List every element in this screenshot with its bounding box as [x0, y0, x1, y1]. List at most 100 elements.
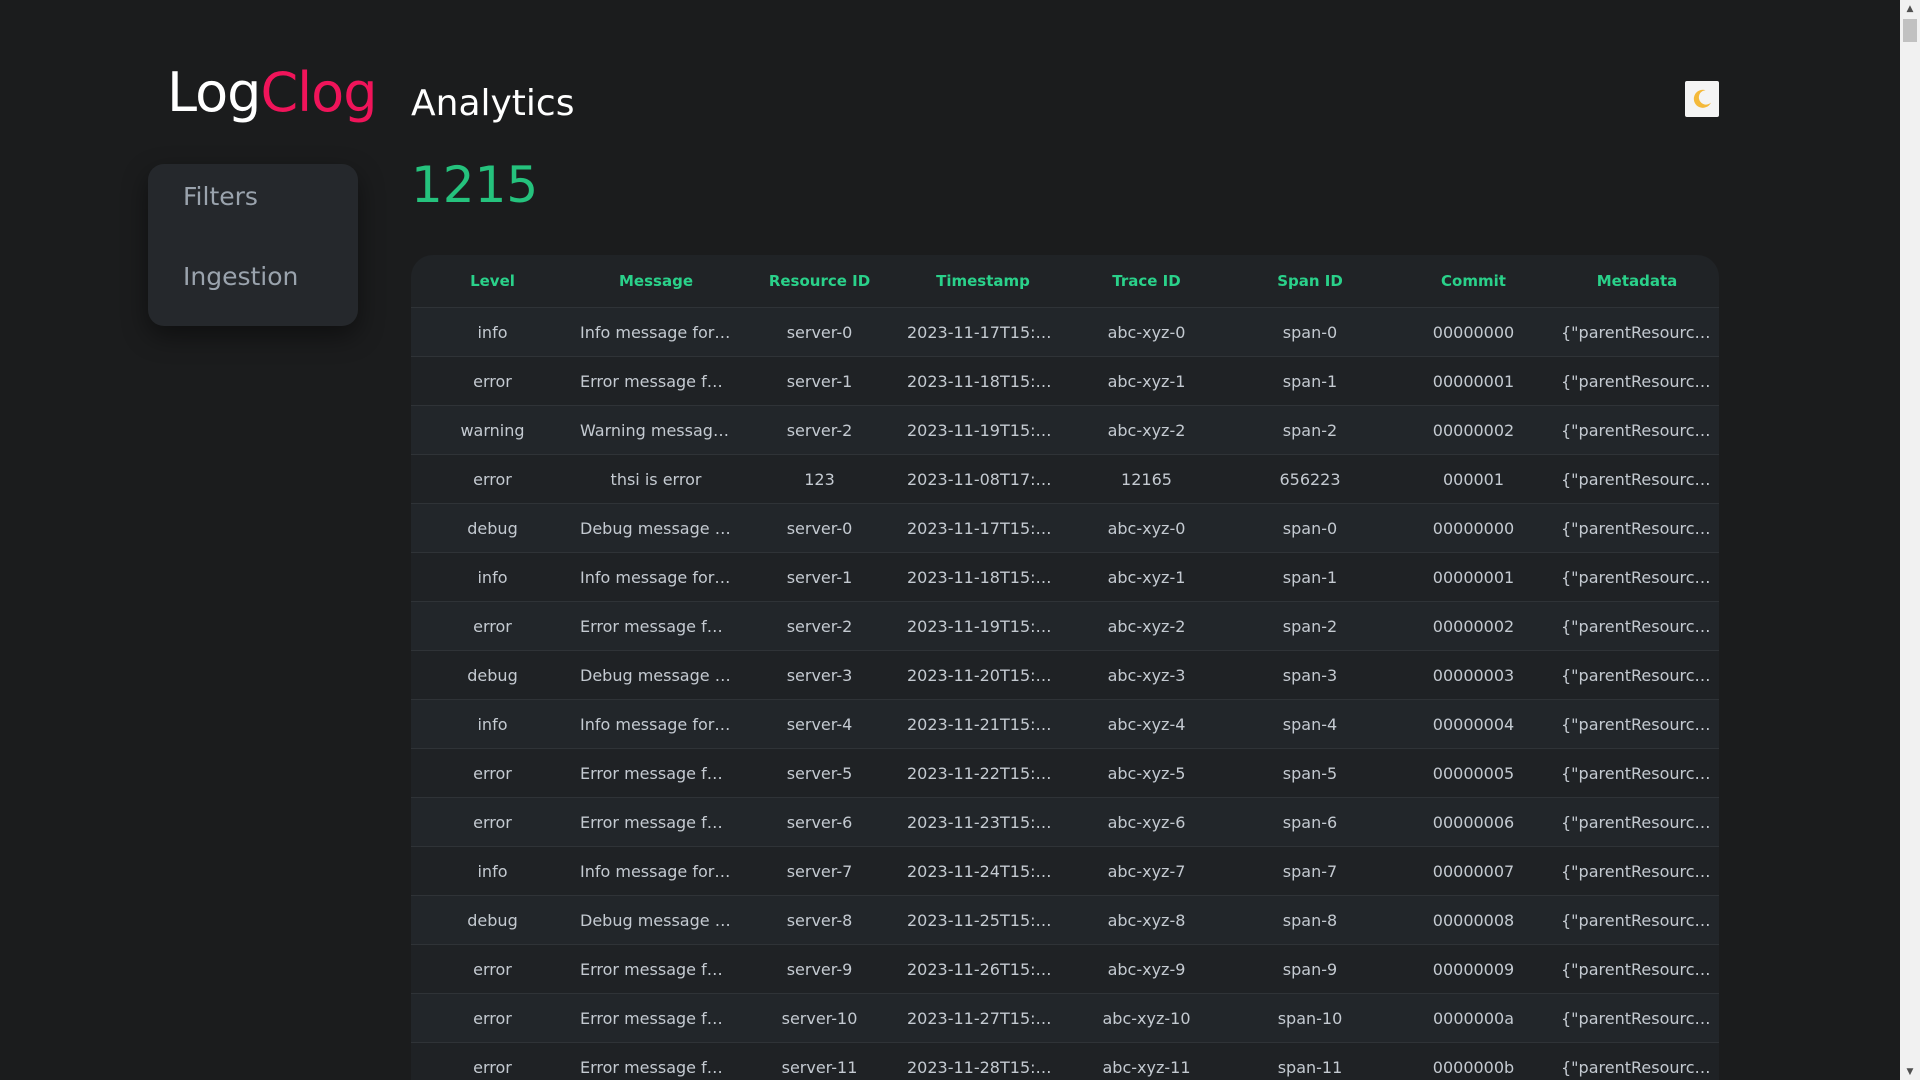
table-row[interactable]: error Error message for s... server-5 2023-… — [411, 748, 1719, 798]
cell-timestamp: 2023-11-24T15:29:48.... — [901, 846, 1065, 896]
cell-level: error — [411, 797, 574, 847]
table-row[interactable]: error Error message for s... server-2 2023-… — [411, 601, 1719, 651]
cell-commit: 00000008 — [1392, 895, 1555, 945]
table-row[interactable]: warning Warning message f... server-2 2023-… — [411, 405, 1719, 455]
cell-timestamp: 2023-11-18T15:59:09.1... — [901, 356, 1065, 406]
column-header-message[interactable]: Message — [574, 255, 738, 308]
column-header-resource-id[interactable]: Resource ID — [738, 255, 901, 308]
cell-resource-id: server-1 — [738, 552, 901, 602]
table-row[interactable]: info Info message for se... server-4 2023-1… — [411, 699, 1719, 749]
cell-timestamp: 2023-11-20T15:29:48.... — [901, 650, 1065, 700]
cell-commit: 00000000 — [1392, 503, 1555, 553]
theme-toggle-button[interactable] — [1685, 81, 1719, 117]
cell-metadata: {"parentResourceId"... — [1555, 993, 1719, 1043]
cell-commit: 0000000a — [1392, 993, 1555, 1043]
column-header-metadata[interactable]: Metadata — [1555, 255, 1719, 308]
cell-commit: 00000009 — [1392, 944, 1555, 994]
cell-timestamp: 2023-11-25T15:29:48.... — [901, 895, 1065, 945]
cell-metadata: {"parentResourceId"... — [1555, 1042, 1719, 1080]
sidebar-item-filters[interactable]: Filters — [183, 182, 258, 211]
logs-table: Level Message Resource ID Timestamp Trac… — [411, 255, 1719, 1080]
cell-span-id: span-4 — [1228, 699, 1392, 749]
table-body: info Info message for se... server-0 2023-1… — [411, 307, 1719, 1080]
cell-trace-id: abc-xyz-7 — [1065, 846, 1228, 896]
cell-message: Error message for s... — [574, 993, 738, 1043]
cell-metadata: {"parentResourceId"... — [1555, 797, 1719, 847]
column-header-commit[interactable]: Commit — [1392, 255, 1555, 308]
column-header-span-id[interactable]: Span ID — [1228, 255, 1392, 308]
brand-logo[interactable]: LogClog — [167, 66, 377, 120]
table-row[interactable]: error Error message for s... server-10 2023… — [411, 993, 1719, 1043]
cell-commit: 00000001 — [1392, 552, 1555, 602]
cell-resource-id: server-0 — [738, 307, 901, 357]
moon-icon — [1693, 89, 1711, 108]
cell-trace-id: abc-xyz-3 — [1065, 650, 1228, 700]
table-row[interactable]: errorthsi is error1232023-11-08T17:31:00… — [411, 454, 1719, 504]
cell-resource-id: server-6 — [738, 797, 901, 847]
cell-level: debug — [411, 650, 574, 700]
cell-message: Info message for se... — [574, 699, 738, 749]
log-count: 1215 — [411, 156, 539, 214]
cell-timestamp: 2023-11-28T15:29:48.... — [901, 1042, 1065, 1080]
cell-message: Info message for se... — [574, 307, 738, 357]
scrollbar-thumb[interactable] — [1903, 19, 1917, 42]
sidebar: Filters Ingestion — [148, 164, 358, 326]
cell-resource-id: server-4 — [738, 699, 901, 749]
scroll-down-arrow-icon[interactable]: ▼ — [1900, 1063, 1920, 1080]
cell-commit: 00000002 — [1392, 601, 1555, 651]
cell-commit: 00000005 — [1392, 748, 1555, 798]
cell-resource-id: server-11 — [738, 1042, 901, 1080]
table-row[interactable]: debug Debug message for... server-0 2023-11… — [411, 503, 1719, 553]
cell-span-id: span-1 — [1228, 552, 1392, 602]
table-row[interactable]: debug Debug message for... server-8 2023-11… — [411, 895, 1719, 945]
cell-metadata: {"parentResourceId"... — [1555, 405, 1719, 455]
cell-level: error — [411, 454, 574, 504]
cell-metadata: {"parentResourceId"... — [1555, 846, 1719, 896]
cell-span-id: span-2 — [1228, 405, 1392, 455]
column-header-trace-id[interactable]: Trace ID — [1065, 255, 1228, 308]
cell-trace-id: abc-xyz-11 — [1065, 1042, 1228, 1080]
cell-timestamp: 2023-11-22T15:29:48.... — [901, 748, 1065, 798]
table-row[interactable]: error Error message for s... server-9 2023-… — [411, 944, 1719, 994]
cell-commit: 000001 — [1392, 454, 1555, 504]
cell-resource-id: server-0 — [738, 503, 901, 553]
sidebar-item-ingestion[interactable]: Ingestion — [183, 262, 298, 291]
brand-logo-log: Log — [167, 61, 261, 124]
cell-span-id: span-6 — [1228, 797, 1392, 847]
column-header-timestamp[interactable]: Timestamp — [901, 255, 1065, 308]
cell-level: error — [411, 356, 574, 406]
table-row[interactable]: error Error message for s... server-1 2023-… — [411, 356, 1719, 406]
scroll-up-arrow-icon[interactable]: ▲ — [1900, 0, 1920, 17]
cell-level: error — [411, 1042, 574, 1080]
cell-commit: 00000004 — [1392, 699, 1555, 749]
table-header-row: Level Message Resource ID Timestamp Trac… — [411, 255, 1719, 308]
cell-trace-id: abc-xyz-10 — [1065, 993, 1228, 1043]
cell-resource-id: server-5 — [738, 748, 901, 798]
table-row[interactable]: info Info message for se... server-7 2023-1… — [411, 846, 1719, 896]
page-scrollbar[interactable]: ▲ ▼ — [1900, 0, 1920, 1080]
cell-timestamp: 2023-11-08T17:31:00.... — [901, 454, 1065, 504]
cell-level: info — [411, 846, 574, 896]
table-row[interactable]: info Info message for se... server-1 2023-1… — [411, 552, 1719, 602]
cell-metadata: {"parentResourceId"... — [1555, 895, 1719, 945]
cell-level: info — [411, 699, 574, 749]
table-row[interactable]: debug Debug message for... server-3 2023-11… — [411, 650, 1719, 700]
cell-commit: 00000002 — [1392, 405, 1555, 455]
cell-commit: 00000006 — [1392, 797, 1555, 847]
cell-resource-id: server-10 — [738, 993, 901, 1043]
cell-message: Error message for s... — [574, 1042, 738, 1080]
brand-logo-clog: Clog — [260, 61, 377, 124]
cell-metadata: {"parentResourceId"... — [1555, 503, 1719, 553]
cell-level: error — [411, 748, 574, 798]
table-row[interactable]: info Info message for se... server-0 2023-1… — [411, 307, 1719, 357]
cell-span-id: span-0 — [1228, 503, 1392, 553]
table-row[interactable]: error Error message for s... server-6 2023-… — [411, 797, 1719, 847]
cell-message: Error message for s... — [574, 356, 738, 406]
cell-timestamp: 2023-11-27T15:29:48.... — [901, 993, 1065, 1043]
column-header-level[interactable]: Level — [411, 255, 574, 308]
cell-resource-id: server-8 — [738, 895, 901, 945]
table-row[interactable]: error Error message for s... server-11 2023… — [411, 1042, 1719, 1080]
cell-span-id: span-7 — [1228, 846, 1392, 896]
cell-span-id: span-2 — [1228, 601, 1392, 651]
cell-metadata: {"parentResourceId"... — [1555, 601, 1719, 651]
